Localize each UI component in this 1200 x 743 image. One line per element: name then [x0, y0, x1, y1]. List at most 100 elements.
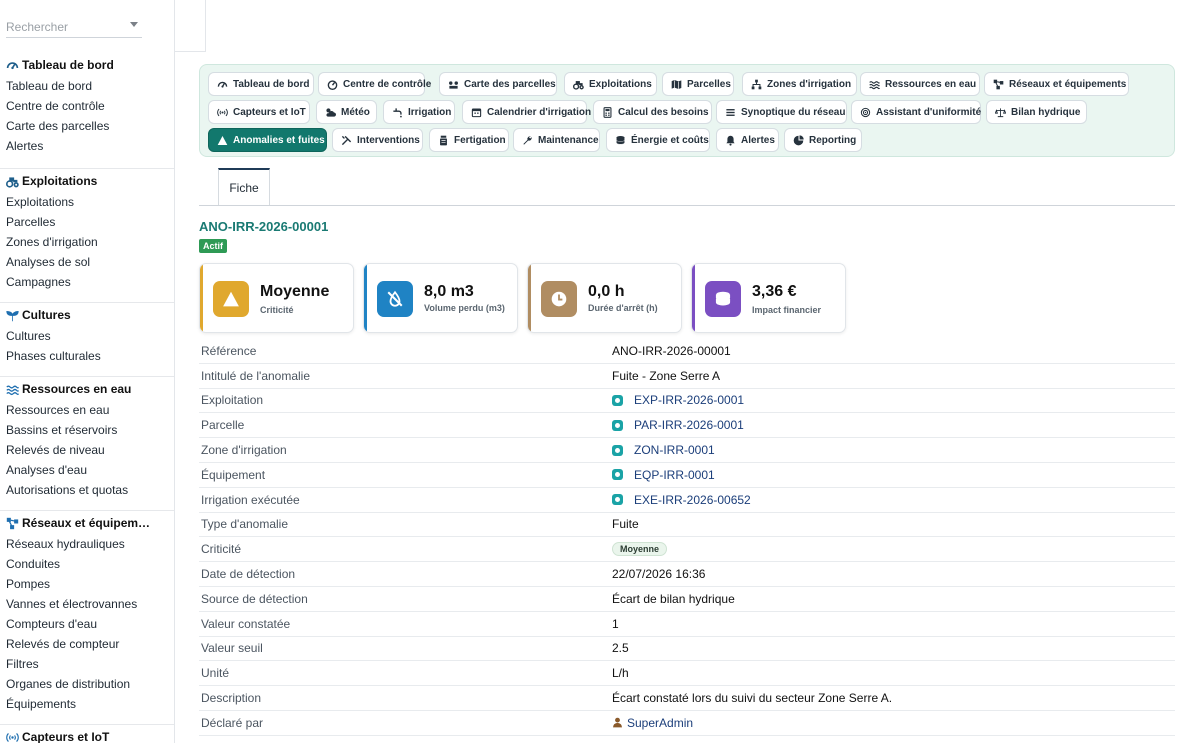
- tab-fertigation[interactable]: Fertigation: [429, 128, 509, 152]
- sidebar-item-analyses-d-eau[interactable]: Analyses d'eau: [0, 460, 174, 480]
- status-badge: Actif: [199, 239, 227, 253]
- sidebar-item-exploitations[interactable]: Exploitations: [0, 192, 174, 212]
- tab-centre-de-controle[interactable]: Centre de contrôle: [318, 72, 431, 96]
- sidebar-item-releves-de-niveau[interactable]: Relevés de niveau: [0, 440, 174, 460]
- sidebar-item-conduites[interactable]: Conduites: [0, 554, 174, 574]
- chevron-down-icon[interactable]: [130, 22, 138, 27]
- sidebar-item-compteurs-d-eau[interactable]: Compteurs d'eau: [0, 614, 174, 634]
- sidebar-item-carte-des-parcelles[interactable]: Carte des parcelles: [0, 116, 174, 136]
- faucet-icon: [392, 107, 403, 118]
- sidebar-group-title[interactable]: Réseaux et équipem…: [0, 512, 174, 534]
- sidebar-item-cultures[interactable]: Cultures: [0, 326, 174, 346]
- tab-parcelles[interactable]: Parcelles: [662, 72, 734, 96]
- sidebar-item-campagnes[interactable]: Campagnes: [0, 272, 174, 292]
- record-link[interactable]: EXP-IRR-2026-0001: [634, 393, 744, 407]
- tab-anomalies-et-fuites[interactable]: Anomalies et fuites: [208, 128, 327, 152]
- record-link[interactable]: ZON-IRR-0001: [634, 443, 715, 457]
- tab-meteo[interactable]: Météo: [316, 100, 377, 124]
- tab-exploitations[interactable]: Exploitations: [564, 72, 657, 96]
- detail-value: 1: [612, 616, 619, 631]
- tab-calcul-des-besoins[interactable]: Calcul des besoins: [593, 100, 712, 124]
- calculator-icon: [602, 106, 613, 118]
- cloud-sun-icon: [325, 107, 336, 118]
- tab-label: Maintenance: [538, 134, 599, 146]
- sidebar-item-pompes[interactable]: Pompes: [0, 574, 174, 594]
- sidebar-group-title[interactable]: Tableau de bord: [0, 54, 174, 76]
- detail-row-declare-par: Déclaré par SuperAdmin: [199, 711, 1175, 736]
- detail-value[interactable]: PAR-IRR-2026-0001: [612, 418, 744, 432]
- tab-bilan-hydrique[interactable]: Bilan hydrique: [986, 100, 1087, 124]
- search-select[interactable]: Rechercher: [6, 14, 142, 38]
- tab-fiche[interactable]: Fiche: [218, 168, 270, 206]
- user-link[interactable]: SuperAdmin: [627, 716, 693, 730]
- sidebar-item-analyses-de-sol[interactable]: Analyses de sol: [0, 252, 174, 272]
- detail-label: Déclaré par: [201, 715, 264, 730]
- detail-value[interactable]: ZON-IRR-0001: [612, 443, 715, 457]
- kpi-card: 8,0 m3 Volume perdu (m3): [363, 263, 518, 333]
- sidebar-item-autorisations-et-quotas[interactable]: Autorisations et quotas: [0, 480, 174, 500]
- detail-row-reference: Référence ANO-IRR-2026-00001: [199, 339, 1175, 364]
- detail-value[interactable]: EXP-IRR-2026-0001: [612, 393, 744, 407]
- sidebar-item-equipements[interactable]: Équipements: [0, 694, 174, 714]
- tab-calendrier-d-irrigation[interactable]: Calendrier d'irrigation: [462, 100, 591, 124]
- tab-capteurs-et-iot[interactable]: Capteurs et IoT: [208, 100, 310, 124]
- flask-icon: [438, 135, 449, 146]
- sidebar-item-organes-de-distribution[interactable]: Organes de distribution: [0, 674, 174, 694]
- record-link[interactable]: EXE-IRR-2026-00652: [634, 493, 751, 507]
- detail-value[interactable]: EXE-IRR-2026-00652: [612, 493, 751, 507]
- detail-label: Zone d'irrigation: [201, 443, 287, 458]
- criticality-badge: Moyenne: [612, 542, 668, 557]
- tab-maintenance[interactable]: Maintenance: [513, 128, 600, 152]
- sidebar-item-centre-de-controle[interactable]: Centre de contrôle: [0, 96, 174, 116]
- sidebar-item-phases-culturales[interactable]: Phases culturales: [0, 346, 174, 366]
- tab-energie-et-couts[interactable]: Énergie et coûts: [606, 128, 710, 152]
- record-link-icon: [612, 494, 623, 506]
- kpi-accent-bar: [364, 264, 367, 332]
- balance-icon: [995, 107, 1006, 118]
- sensor-icon: [217, 107, 228, 118]
- tab-synoptique-du-reseau[interactable]: Synoptique du réseau: [716, 100, 847, 124]
- tab-label: Synoptique du réseau: [741, 106, 846, 118]
- sidebar-item-releves-de-compteur[interactable]: Relevés de compteur: [0, 634, 174, 654]
- sidebar-item-reseaux-hydrauliques[interactable]: Réseaux hydrauliques: [0, 534, 174, 554]
- record-link[interactable]: EQP-IRR-0001: [634, 468, 715, 482]
- detail-value[interactable]: SuperAdmin: [612, 716, 693, 730]
- sidebar-group-title[interactable]: Cultures: [0, 304, 174, 326]
- sidebar-item-ressources-en-eau[interactable]: Ressources en eau: [0, 400, 174, 420]
- sidebar-group-title[interactable]: Ressources en eau: [0, 378, 174, 400]
- record-link-icon: [612, 394, 623, 406]
- detail-row-equipement: Équipement EQP-IRR-0001: [199, 463, 1175, 488]
- sidebar-item-zones-d-irrigation[interactable]: Zones d'irrigation: [0, 232, 174, 252]
- tab-interventions[interactable]: Interventions: [332, 128, 423, 152]
- detail-row-date-de-detection: Date de détection 22/07/2026 16:36: [199, 562, 1175, 587]
- sidebar-group-label: Tableau de bord: [22, 58, 114, 72]
- tab-reporting[interactable]: Reporting: [784, 128, 862, 152]
- record-link[interactable]: PAR-IRR-2026-0001: [634, 418, 744, 432]
- sidebar-group-title[interactable]: Capteurs et IoT: [0, 726, 174, 743]
- detail-row-criticite: Criticité Moyenne: [199, 537, 1175, 563]
- detail-label: Irrigation exécutée: [201, 492, 300, 507]
- detail-value[interactable]: EQP-IRR-0001: [612, 468, 715, 482]
- tabs-divider: [199, 205, 1175, 206]
- leak-icon: [377, 281, 413, 317]
- tab-tableau-de-bord[interactable]: Tableau de bord: [208, 72, 314, 96]
- sidebar-group-title[interactable]: Exploitations: [0, 170, 174, 192]
- sidebar-item-filtres[interactable]: Filtres: [0, 654, 174, 674]
- search-placeholder: Rechercher: [6, 20, 69, 34]
- tab-reseaux-et-equipements[interactable]: Réseaux et équipements: [984, 72, 1129, 96]
- tab-assistant-d-uniformite[interactable]: Assistant d'uniformité: [851, 100, 981, 124]
- sidebar-item-bassins-et-reservoirs[interactable]: Bassins et réservoirs: [0, 420, 174, 440]
- sidebar-item-alertes[interactable]: Alertes: [0, 136, 174, 156]
- tab-alertes[interactable]: Alertes: [716, 128, 779, 152]
- tab-label: Reporting: [809, 134, 857, 146]
- kpi-accent-bar: [528, 264, 531, 332]
- detail-label: Valeur constatée: [201, 616, 291, 631]
- sidebar-item-parcelles[interactable]: Parcelles: [0, 212, 174, 232]
- tab-ressources-en-eau[interactable]: Ressources en eau: [860, 72, 980, 96]
- tab-zones-d-irrigation[interactable]: Zones d'irrigation: [742, 72, 857, 96]
- sidebar-item-tableau-de-bord[interactable]: Tableau de bord: [0, 76, 174, 96]
- tab-label: Calcul des besoins: [618, 106, 709, 118]
- tab-irrigation[interactable]: Irrigation: [383, 100, 455, 124]
- tab-carte-des-parcelles[interactable]: Carte des parcelles: [439, 72, 557, 96]
- sidebar-item-vannes-et-electrovannes[interactable]: Vannes et électrovannes: [0, 594, 174, 614]
